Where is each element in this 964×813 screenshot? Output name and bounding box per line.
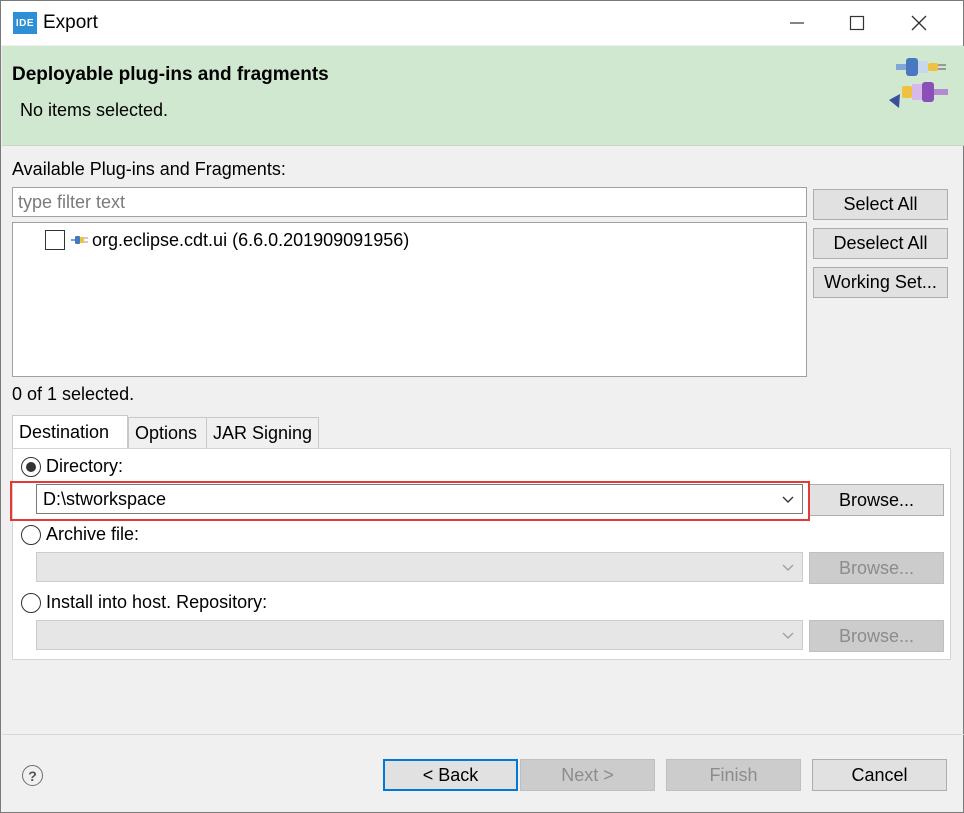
finish-button: Finish — [666, 759, 801, 791]
tab-destination[interactable]: Destination — [12, 415, 128, 448]
directory-label: Directory: — [46, 456, 124, 476]
next-button: Next > — [520, 759, 655, 791]
minimize-button[interactable] — [767, 1, 827, 45]
list-item[interactable]: org.eclipse.cdt.ui (6.6.0.201909091956) — [45, 227, 409, 253]
archive-combo — [36, 552, 803, 582]
directory-radio-row[interactable]: Directory: — [21, 456, 123, 477]
title-bar: IDE Export — [1, 1, 963, 45]
plugin-item-label: org.eclipse.cdt.ui (6.6.0.201909091956) — [92, 229, 410, 250]
select-all-button[interactable]: Select All — [813, 189, 948, 220]
close-icon — [911, 15, 927, 31]
install-radio[interactable] — [21, 592, 41, 613]
back-button[interactable]: < Back — [383, 759, 518, 791]
chevron-down-icon[interactable] — [780, 490, 796, 508]
close-button[interactable] — [889, 1, 949, 45]
directory-value: D:\stworkspace — [43, 488, 167, 509]
install-browse-button: Browse... — [809, 620, 944, 652]
ide-app-icon: IDE — [13, 12, 37, 34]
export-dialog: IDE Export Deployable plug-ins and fragm… — [0, 0, 964, 813]
working-set-button[interactable]: Working Set... — [813, 267, 948, 298]
plugin-connector-icon — [889, 58, 948, 108]
tab-options[interactable]: Options — [128, 417, 207, 449]
filter-input[interactable] — [12, 187, 807, 217]
directory-radio[interactable] — [21, 456, 41, 477]
maximize-icon — [849, 15, 865, 31]
directory-browse-button[interactable]: Browse... — [809, 484, 944, 516]
minimize-icon — [790, 22, 804, 24]
install-combo — [36, 620, 803, 650]
archive-browse-button: Browse... — [809, 552, 944, 584]
selection-count: 0 of 1 selected. — [12, 384, 135, 404]
wizard-banner: Deployable plug-ins and fragments No ite… — [2, 46, 964, 146]
plugin-list[interactable]: org.eclipse.cdt.ui (6.6.0.201909091956) — [12, 222, 807, 377]
help-icon[interactable]: ? — [22, 765, 43, 786]
banner-title: Deployable plug-ins and fragments — [12, 64, 329, 85]
archive-label: Archive file: — [46, 524, 140, 544]
banner-message: No items selected. — [20, 100, 169, 120]
chevron-down-icon — [780, 558, 796, 576]
plugin-icon — [71, 236, 88, 244]
maximize-button[interactable] — [827, 1, 887, 45]
install-radio-row[interactable]: Install into host. Repository: — [21, 592, 267, 613]
available-plugins-label: Available Plug-ins and Fragments: — [12, 159, 286, 179]
footer-separator — [2, 734, 964, 735]
tab-jar-signing[interactable]: JAR Signing — [206, 417, 319, 449]
archive-radio[interactable] — [21, 524, 41, 545]
deselect-all-button[interactable]: Deselect All — [813, 228, 948, 259]
chevron-down-icon — [780, 626, 796, 644]
install-label: Install into host. Repository: — [46, 592, 268, 612]
plugin-checkbox[interactable] — [45, 230, 65, 250]
cancel-button[interactable]: Cancel — [812, 759, 947, 791]
window-title: Export — [43, 12, 98, 33]
archive-radio-row[interactable]: Archive file: — [21, 524, 139, 545]
directory-combo[interactable]: D:\stworkspace — [36, 484, 803, 514]
